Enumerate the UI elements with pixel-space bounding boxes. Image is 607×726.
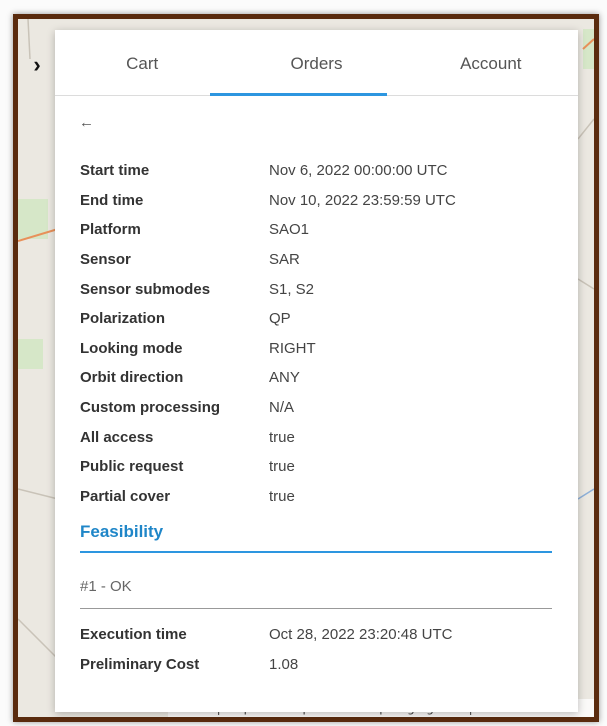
tab-account[interactable]: Account [404,30,578,95]
detail-row-start-time: Start time Nov 6, 2022 00:00:00 UTC [80,156,560,186]
detail-key: Orbit direction [80,369,184,387]
active-tab-indicator [210,93,387,96]
tab-orders[interactable]: Orders [229,30,403,95]
feasibility-item[interactable]: #1 - OK [80,578,132,595]
detail-key: Public request [80,458,184,476]
feasibility-heading: Feasibility [80,522,164,541]
feasibility-underline [80,551,552,553]
back-arrow-icon[interactable]: ← [79,114,94,131]
detail-row-orbit-direction: Orbit direction ANY [80,363,560,393]
feasibility-divider [80,608,552,609]
order-details: Start time Nov 6, 2022 00:00:00 UTC End … [80,156,560,511]
detail-key: Polarization [80,310,166,328]
tab-cart-label: Cart [126,53,159,73]
detail-value: true [269,458,295,476]
expand-panel-button[interactable]: › [22,50,52,80]
detail-value: Nov 10, 2022 23:59:59 UTC [269,191,456,209]
detail-row-sensor-submodes: Sensor submodes S1, S2 [80,274,560,304]
detail-row-public-request: Public request true [80,452,560,482]
detail-value: QP [269,310,291,328]
tab-account-label: Account [460,53,522,73]
detail-row-looking-mode: Looking mode RIGHT [80,334,560,364]
feasibility-details: Execution time Oct 28, 2022 23:20:48 UTC… [80,620,560,679]
detail-value: SAR [269,251,300,269]
detail-key: Sensor submodes [80,280,211,298]
detail-value: SAO1 [269,221,310,239]
detail-value: Oct 28, 2022 23:20:48 UTC [269,626,453,644]
detail-key: Custom processing [80,399,221,417]
detail-row-partial-cover: Partial cover true [80,482,560,512]
detail-value: 1.08 [269,655,299,673]
detail-value: ANY [269,369,300,387]
detail-key: Execution time [80,626,187,644]
detail-value: RIGHT [269,339,316,357]
detail-key: All access [80,428,154,446]
detail-value: N/A [269,399,295,417]
detail-row-execution-time: Execution time Oct 28, 2022 23:20:48 UTC [80,620,560,650]
tab-orders-label: Orders [290,53,343,73]
tab-cart[interactable]: Cart [55,30,229,95]
detail-value: Nov 6, 2022 00:00:00 UTC [269,162,448,180]
chevron-right-icon: › [33,52,41,77]
orders-panel: Cart Orders Account ← Start time Nov 6, … [55,30,578,712]
detail-value: S1, S2 [269,280,315,298]
detail-row-platform: Platform SAO1 [80,215,560,245]
detail-row-sensor: Sensor SAR [80,245,560,275]
detail-value: true [269,487,295,505]
detail-row-preliminary-cost: Preliminary Cost 1.08 [80,650,560,680]
detail-value: true [269,428,295,446]
detail-row-all-access: All access true [80,422,560,452]
detail-key: End time [80,191,144,209]
detail-key: Partial cover [80,487,171,505]
tab-bar: Cart Orders Account [55,30,578,96]
detail-key: Platform [80,221,141,239]
detail-row-polarization: Polarization QP [80,304,560,334]
detail-key: Looking mode [80,339,183,357]
screenshot-frame: Leaflet | maps from OpenStreetMap & ign.… [0,0,607,726]
detail-row-end-time: End time Nov 10, 2022 23:59:59 UTC [80,186,560,216]
detail-row-custom-processing: Custom processing N/A [80,393,560,423]
detail-key: Sensor [80,251,131,269]
detail-key: Start time [80,162,150,180]
detail-key: Preliminary Cost [80,655,200,673]
